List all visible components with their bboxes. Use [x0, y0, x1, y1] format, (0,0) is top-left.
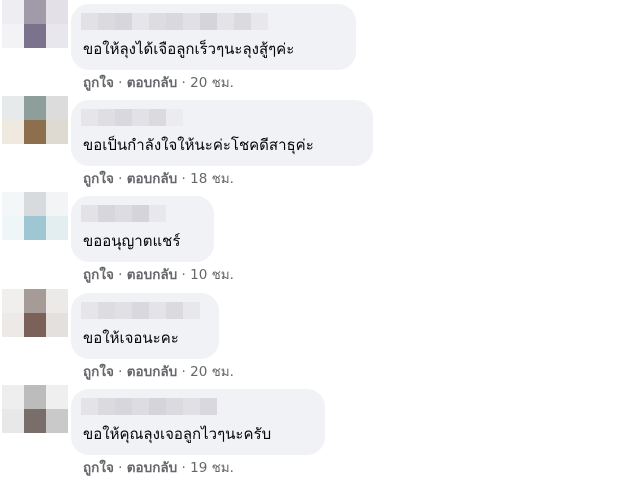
comment-bubble: ขอให้คุณลุงเจอลูกไวๆนะครับ: [71, 389, 325, 455]
reply-link[interactable]: ตอบกลับ: [127, 267, 177, 283]
comment-actions: ถูกใจ · ตอบกลับ · 10 ชม.: [83, 267, 234, 283]
comment-timestamp[interactable]: 20 ชม.: [190, 75, 234, 91]
like-link[interactable]: ถูกใจ: [83, 75, 114, 91]
like-link[interactable]: ถูกใจ: [83, 171, 114, 187]
separator-dot: ·: [118, 267, 123, 283]
comment-timestamp[interactable]: 20 ชม.: [190, 364, 234, 380]
comment-text: ขอให้เจอนะคะ: [83, 329, 179, 347]
comment-item: ขอให้เจอนะคะถูกใจ · ตอบกลับ · 20 ชม.: [0, 289, 640, 385]
comment-item: ขอให้ลุงได้เจือลูกเร็วๆนะลุงสู้ๆค่ะถูกใจ…: [0, 0, 640, 96]
avatar[interactable]: [2, 192, 68, 240]
reply-link[interactable]: ตอบกลับ: [127, 171, 177, 187]
reply-link[interactable]: ตอบกลับ: [127, 75, 177, 91]
commenter-name-blurred[interactable]: [81, 13, 268, 30]
commenter-name-blurred[interactable]: [81, 109, 183, 126]
avatar[interactable]: [2, 0, 68, 48]
comment-timestamp[interactable]: 10 ชม.: [190, 267, 234, 283]
comment-text: ขอให้คุณลุงเจอลูกไวๆนะครับ: [83, 425, 272, 443]
comment-item: ขออนุญาตแชร์ถูกใจ · ตอบกลับ · 10 ชม.: [0, 192, 640, 288]
separator-dot: ·: [181, 171, 186, 187]
comment-text: ขอให้ลุงได้เจือลูกเร็วๆนะลุงสู้ๆค่ะ: [83, 40, 295, 58]
separator-dot: ·: [118, 171, 123, 187]
reply-link[interactable]: ตอบกลับ: [127, 364, 177, 380]
avatar[interactable]: [2, 289, 68, 337]
comment-bubble: ขอให้ลุงได้เจือลูกเร็วๆนะลุงสู้ๆค่ะ: [71, 4, 356, 70]
comment-bubble: ขออนุญาตแชร์: [71, 196, 214, 262]
comment-actions: ถูกใจ · ตอบกลับ · 20 ชม.: [83, 364, 234, 380]
comment-item: ขอให้คุณลุงเจอลูกไวๆนะครับถูกใจ · ตอบกลั…: [0, 385, 640, 481]
like-link[interactable]: ถูกใจ: [83, 267, 114, 283]
comment-actions: ถูกใจ · ตอบกลับ · 19 ชม.: [83, 460, 234, 476]
reply-link[interactable]: ตอบกลับ: [127, 460, 177, 476]
comment-actions: ถูกใจ · ตอบกลับ · 18 ชม.: [83, 171, 234, 187]
separator-dot: ·: [181, 75, 186, 91]
like-link[interactable]: ถูกใจ: [83, 460, 114, 476]
separator-dot: ·: [118, 75, 123, 91]
separator-dot: ·: [181, 460, 186, 476]
comment-bubble: ขอเป็นกำลังใจให้นะค่ะโชคดีสาธุค่ะ: [71, 100, 373, 166]
comment-actions: ถูกใจ · ตอบกลับ · 20 ชม.: [83, 75, 234, 91]
comment-item: ขอเป็นกำลังใจให้นะค่ะโชคดีสาธุค่ะถูกใจ ·…: [0, 96, 640, 192]
commenter-name-blurred[interactable]: [81, 302, 200, 319]
avatar[interactable]: [2, 96, 68, 144]
comment-timestamp[interactable]: 19 ชม.: [190, 460, 234, 476]
commenter-name-blurred[interactable]: [81, 205, 166, 222]
comment-bubble: ขอให้เจอนะคะ: [71, 293, 219, 359]
separator-dot: ·: [181, 267, 186, 283]
commenter-name-blurred[interactable]: [81, 398, 217, 415]
comment-text: ขอเป็นกำลังใจให้นะค่ะโชคดีสาธุค่ะ: [83, 136, 314, 154]
comment-timestamp[interactable]: 18 ชม.: [190, 171, 234, 187]
separator-dot: ·: [118, 460, 123, 476]
separator-dot: ·: [181, 364, 186, 380]
separator-dot: ·: [118, 364, 123, 380]
comment-text: ขออนุญาตแชร์: [83, 232, 181, 250]
avatar[interactable]: [2, 385, 68, 433]
like-link[interactable]: ถูกใจ: [83, 364, 114, 380]
